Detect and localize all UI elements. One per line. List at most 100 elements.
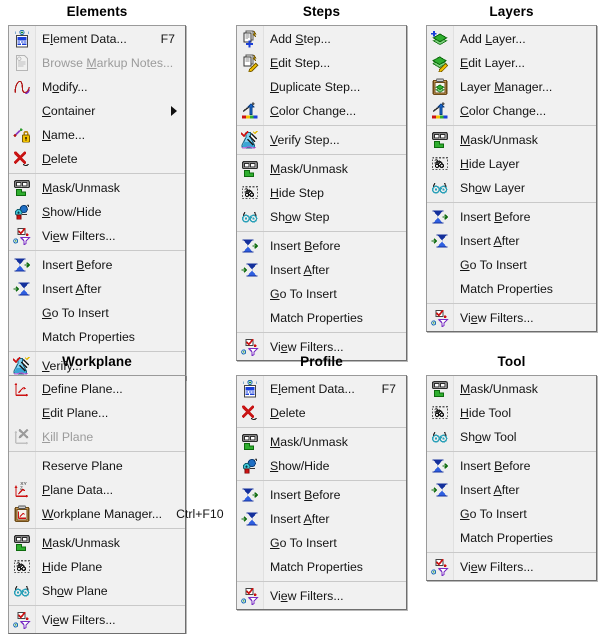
menu-item-workplane-reserve-plane[interactable]: Reserve Plane — [9, 454, 185, 478]
menu-item-steps-edit-step[interactable]: Edit Step... — [237, 51, 406, 75]
menu-item-layers-view-filters[interactable]: View Filters... — [427, 306, 596, 330]
element-data-icon — [9, 28, 35, 50]
menu-item-layers-insert-before[interactable]: Insert Before — [427, 205, 596, 229]
insert-before-icon — [427, 206, 453, 228]
menu-item-elements-element-data[interactable]: Element Data... F7 — [9, 27, 185, 51]
menu-item-steps-view-filters[interactable]: View Filters... — [237, 335, 406, 359]
menu-item-profile-view-filters[interactable]: View Filters... — [237, 584, 406, 608]
no-icon — [9, 455, 35, 477]
menu-item-label: Insert After — [270, 512, 330, 526]
menu-item-profile-go-to-insert[interactable]: Go To Insert — [237, 531, 406, 555]
menu-item-workplane-hide-plane[interactable]: Hide Plane — [9, 555, 185, 579]
menu-item-profile-mask-unmask[interactable]: Mask/Unmask — [237, 430, 406, 454]
menu-item-elements-view-filters[interactable]: View Filters... — [9, 224, 185, 248]
menu-item-tool-insert-before[interactable]: Insert Before — [427, 454, 596, 478]
menu-separator — [427, 451, 596, 452]
workplane-manager-icon — [9, 503, 35, 525]
mask-unmask-icon — [427, 129, 453, 151]
menu-item-label: Show/Hide — [270, 459, 330, 473]
menu-group-profile: Profile Element Data... F7 Delete Mask/Unmas… — [236, 354, 407, 610]
menu-item-workplane-workplane-manager[interactable]: Workplane Manager... Ctrl+F10 — [9, 502, 224, 526]
menu-item-steps-match-properties[interactable]: Match Properties — [237, 306, 406, 330]
menu-item-layers-color-change[interactable]: Color Change... — [427, 99, 596, 123]
menu-item-steps-hide-step[interactable]: Hide Step — [237, 181, 406, 205]
menu-separator — [9, 351, 185, 352]
show-icon — [9, 580, 35, 602]
menu-item-profile-show-hide[interactable]: Show/Hide — [237, 454, 406, 478]
menu-item-tool-view-filters[interactable]: View Filters... — [427, 555, 596, 579]
menu-item-label: View Filters... — [270, 589, 344, 603]
menu-item-steps-insert-after[interactable]: Insert After — [237, 258, 406, 282]
menu-item-label: Workplane Manager... — [42, 507, 163, 521]
menu-item-workplane-define-plane[interactable]: Define Plane... — [9, 377, 185, 401]
add-layer-icon — [427, 28, 453, 50]
menu-item-profile-element-data[interactable]: Element Data... F7 — [237, 377, 406, 401]
edit-layer-icon — [427, 52, 453, 74]
menu-item-tool-hide-tool[interactable]: Hide Tool — [427, 401, 596, 425]
menu-separator — [9, 451, 185, 452]
svg-text:Z: Z — [20, 485, 23, 490]
menu-item-steps-mask-unmask[interactable]: Mask/Unmask — [237, 157, 406, 181]
menu-item-label: Insert Before — [460, 210, 531, 224]
menu-item-workplane-plane-data[interactable]: XY Z Plane Data... — [9, 478, 185, 502]
menu-item-steps-verify-step[interactable]: Verify Step... — [237, 128, 406, 152]
menu-item-tool-mask-unmask[interactable]: Mask/Unmask — [427, 377, 596, 401]
view-filters-icon — [9, 225, 35, 247]
insert-after-icon — [237, 508, 263, 530]
menu-item-label: Container — [42, 104, 96, 118]
menu-item-steps-go-to-insert[interactable]: Go To Insert — [237, 282, 406, 306]
menu-item-layers-match-properties[interactable]: Match Properties — [427, 277, 596, 301]
menu-item-tool-go-to-insert[interactable]: Go To Insert — [427, 502, 596, 526]
menu-item-label: Element Data... — [270, 382, 355, 396]
view-filters-icon — [9, 609, 35, 631]
menu-item-layers-edit-layer[interactable]: Edit Layer... — [427, 51, 596, 75]
menu-item-layers-add-layer[interactable]: Add Layer... — [427, 27, 596, 51]
menu-item-steps-add-step[interactable]: Add Step... — [237, 27, 406, 51]
browse-markup-notes-icon — [9, 52, 35, 74]
menu-item-layers-mask-unmask[interactable]: Mask/Unmask — [427, 128, 596, 152]
insert-before-icon — [427, 455, 453, 477]
menu-item-tool-match-properties[interactable]: Match Properties — [427, 526, 596, 550]
menu-item-tool-insert-after[interactable]: Insert After — [427, 478, 596, 502]
menu-separator — [427, 303, 596, 304]
menu-item-profile-match-properties[interactable]: Match Properties — [237, 555, 406, 579]
menu-item-label: Show Layer — [460, 181, 525, 195]
menu-item-profile-insert-after[interactable]: Insert After — [237, 507, 406, 531]
menu-item-elements-match-properties[interactable]: Match Properties — [9, 325, 185, 349]
menu-item-layers-show-layer[interactable]: Show Layer — [427, 176, 596, 200]
menu-item-tool-show-tool[interactable]: Show Tool — [427, 425, 596, 449]
menu-group-tool: Tool Mask/Unmask Hide Tool Show Tool Insert … — [426, 354, 597, 581]
menu-item-elements-delete[interactable]: Delete — [9, 147, 185, 171]
menu-item-elements-name[interactable]: Name... — [9, 123, 185, 147]
menu-item-layers-insert-after[interactable]: Insert After — [427, 229, 596, 253]
menu-item-workplane-show-plane[interactable]: Show Plane — [9, 579, 185, 603]
menu-item-profile-insert-before[interactable]: Insert Before — [237, 483, 406, 507]
menu-item-steps-insert-before[interactable]: Insert Before — [237, 234, 406, 258]
menu-item-steps-duplicate-step[interactable]: Duplicate Step... — [237, 75, 406, 99]
no-icon — [237, 556, 263, 578]
menu-item-profile-delete[interactable]: Delete — [237, 401, 406, 425]
menu-item-label: Delete — [270, 406, 306, 420]
menu-item-layers-go-to-insert[interactable]: Go To Insert — [427, 253, 596, 277]
menu-item-steps-show-step[interactable]: Show Step — [237, 205, 406, 229]
menu-group-layers: Layers Add Layer... Edit Layer... Layer Man… — [426, 4, 597, 332]
menu-item-label: Insert After — [460, 234, 520, 248]
menu-item-elements-container[interactable]: Container — [9, 99, 185, 123]
menu-item-workplane-mask-unmask[interactable]: Mask/Unmask — [9, 531, 185, 555]
menu-separator — [427, 202, 596, 203]
mask-unmask-icon — [237, 158, 263, 180]
menu-item-workplane-edit-plane[interactable]: Edit Plane... — [9, 401, 185, 425]
menu-item-elements-verify[interactable]: Verify... — [9, 354, 185, 378]
menu-item-elements-modify[interactable]: Modify... — [9, 75, 185, 99]
menu-item-elements-show-hide[interactable]: Show/Hide — [9, 200, 185, 224]
menu-item-label: Duplicate Step... — [270, 80, 361, 94]
menu-item-layers-hide-layer[interactable]: Hide Layer — [427, 152, 596, 176]
menu-item-label: Color Change... — [270, 104, 357, 118]
menu-item-steps-color-change[interactable]: Color Change... — [237, 99, 406, 123]
menu-item-workplane-view-filters[interactable]: View Filters... — [9, 608, 185, 632]
menu-item-elements-go-to-insert[interactable]: Go To Insert — [9, 301, 185, 325]
menu-item-layers-layer-manager[interactable]: Layer Manager... — [427, 75, 596, 99]
menu-item-elements-mask-unmask[interactable]: Mask/Unmask — [9, 176, 185, 200]
menu-item-elements-insert-before[interactable]: Insert Before — [9, 253, 185, 277]
menu-item-elements-insert-after[interactable]: Insert After — [9, 277, 185, 301]
